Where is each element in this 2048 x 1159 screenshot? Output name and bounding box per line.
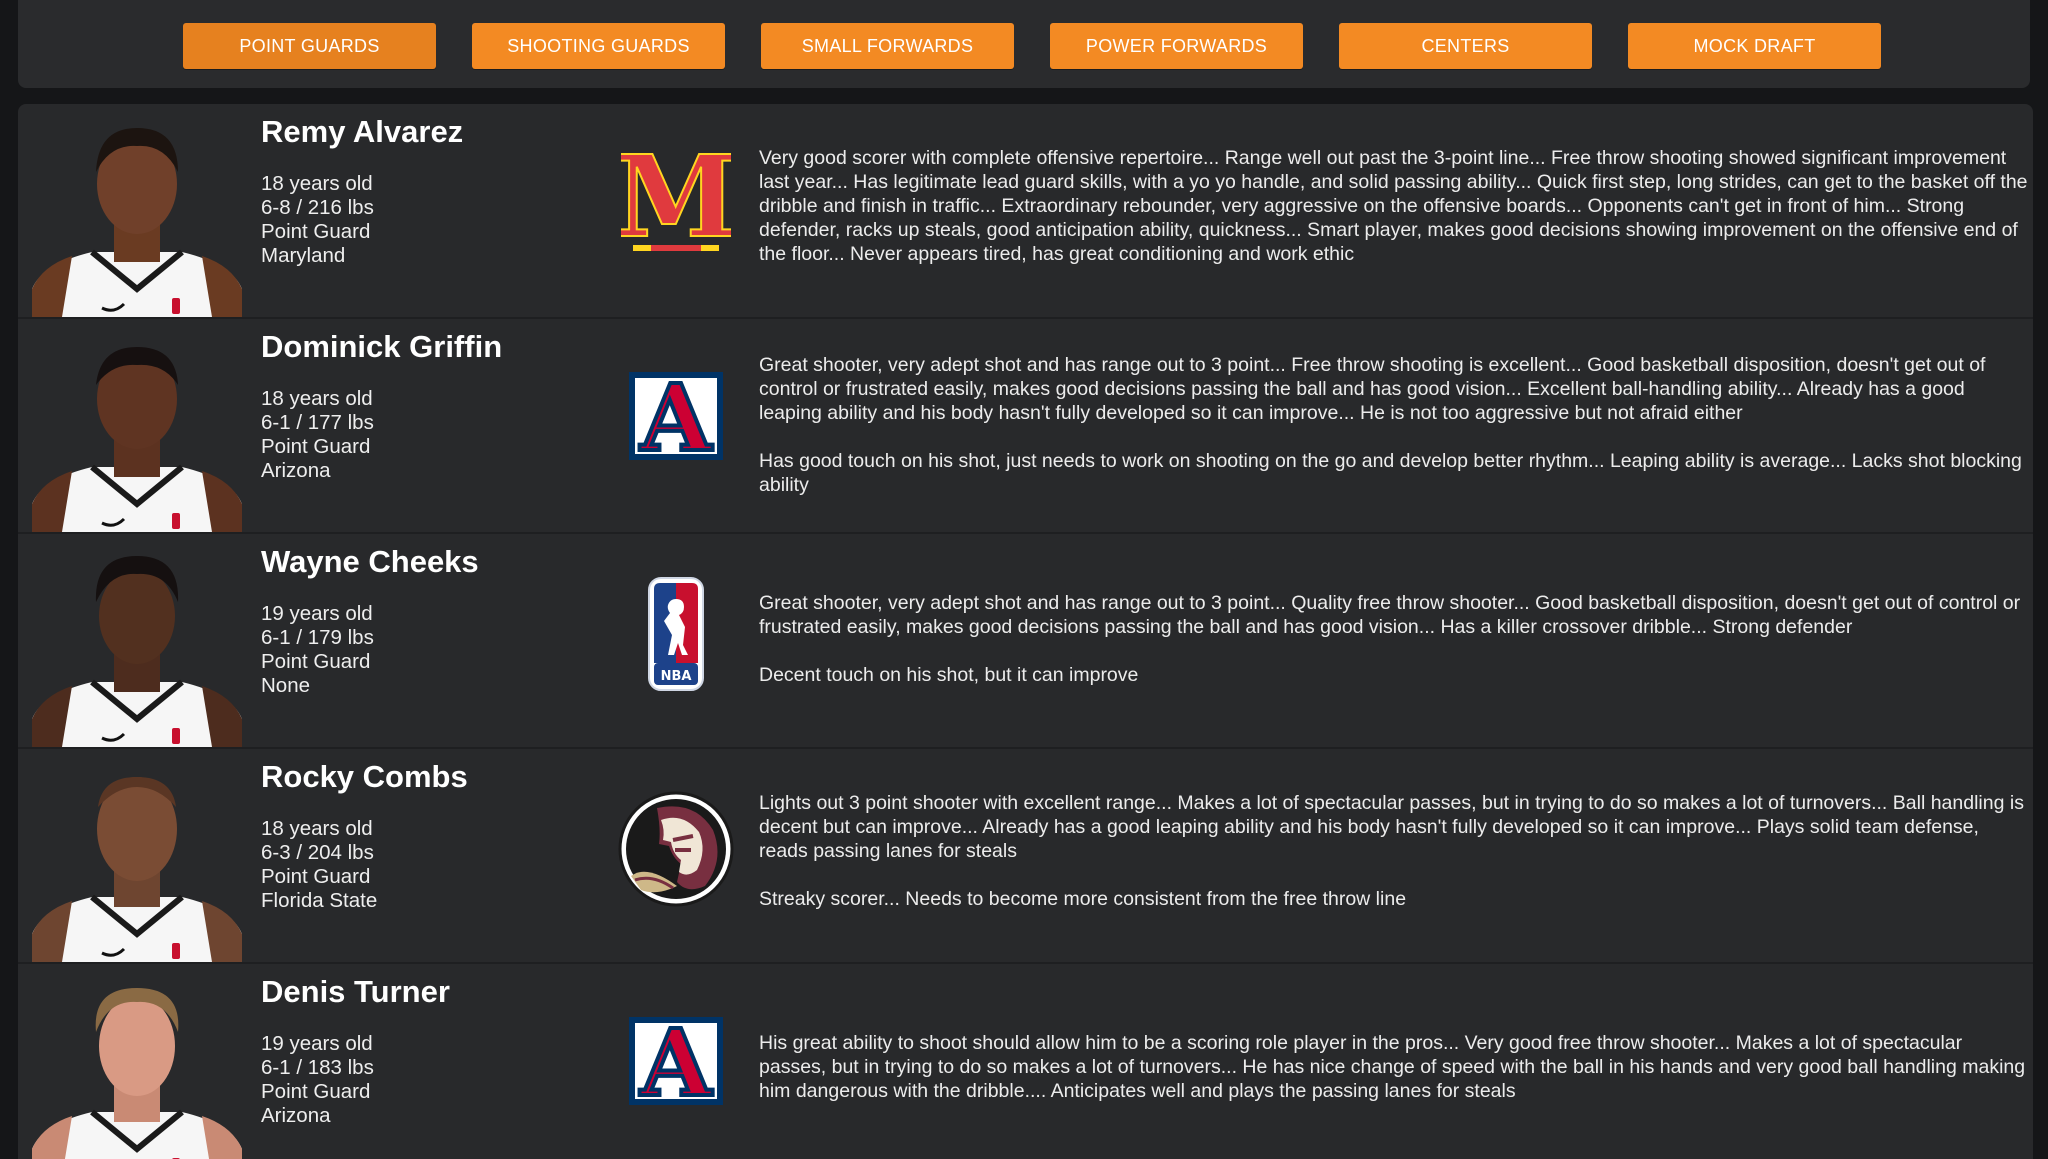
player-info: 18 years old 6-3 / 204 lbs Point Guard F… (261, 817, 377, 913)
scouting-report: Great shooter, very adept shot and has r… (759, 591, 2029, 687)
player-position: Point Guard (261, 650, 371, 673)
svg-text:A: A (639, 364, 713, 472)
player-row[interactable]: Denis Turner 19 years old 6-1 / 183 lbs … (18, 964, 2033, 1159)
position-tab-bar: POINT GUARDS SHOOTING GUARDS SMALL FORWA… (18, 0, 2030, 88)
arizona-logo: A (611, 999, 741, 1129)
player-portrait (32, 347, 242, 532)
tab-mock-draft[interactable]: MOCK DRAFT (1628, 23, 1881, 69)
player-age: 19 years old (261, 602, 373, 625)
player-position: Point Guard (261, 220, 371, 243)
player-info: 19 years old 6-1 / 179 lbs Point Guard N… (261, 602, 374, 698)
maryland-logo: M (611, 139, 741, 269)
player-row[interactable]: Remy Alvarez 18 years old 6-8 / 216 lbs … (18, 104, 2033, 319)
tab-centers[interactable]: CENTERS (1339, 23, 1592, 69)
app-frame: POINT GUARDS SHOOTING GUARDS SMALL FORWA… (0, 0, 2048, 1159)
tab-shooting-guards[interactable]: SHOOTING GUARDS (472, 23, 725, 69)
player-row[interactable]: Wayne Cheeks 19 years old 6-1 / 179 lbs … (18, 534, 2033, 749)
strengths-text: Great shooter, very adept shot and has r… (759, 354, 1986, 424)
tab-point-guards[interactable]: POINT GUARDS (183, 23, 436, 69)
player-age: 18 years old (261, 817, 373, 840)
player-row[interactable]: Dominick Griffin 18 years old 6-1 / 177 … (18, 319, 2033, 534)
player-portrait (32, 988, 242, 1159)
tab-small-forwards[interactable]: SMALL FORWARDS (761, 23, 1014, 69)
player-position: Point Guard (261, 435, 371, 458)
weaknesses-text: Decent touch on his shot, but it can imp… (759, 664, 1139, 686)
scouting-report: Very good scorer with complete offensive… (759, 146, 2029, 266)
player-height-weight: 6-1 / 179 lbs (261, 626, 374, 649)
player-portrait (32, 128, 242, 317)
arizona-logo: A (611, 354, 741, 484)
player-row[interactable]: Rocky Combs 18 years old 6-3 / 204 lbs P… (18, 749, 2033, 964)
scouting-report: Great shooter, very adept shot and has r… (759, 353, 2029, 497)
strengths-text: Lights out 3 point shooter with excellen… (759, 792, 2024, 862)
player-school: Arizona (261, 459, 331, 482)
strengths-text: Very good scorer with complete offensive… (759, 147, 2028, 265)
player-name[interactable]: Remy Alvarez (261, 114, 463, 150)
player-school: Florida State (261, 889, 378, 912)
player-height-weight: 6-8 / 216 lbs (261, 196, 374, 219)
player-name[interactable]: Dominick Griffin (261, 329, 502, 365)
player-position: Point Guard (261, 865, 371, 888)
player-school: Arizona (261, 1104, 331, 1127)
nba-logo: NBA (611, 569, 741, 699)
player-name[interactable]: Wayne Cheeks (261, 544, 479, 580)
player-age: 18 years old (261, 172, 373, 195)
player-info: 19 years old 6-1 / 183 lbs Point Guard A… (261, 1032, 374, 1128)
svg-text:A: A (639, 1009, 713, 1117)
player-info: 18 years old 6-8 / 216 lbs Point Guard M… (261, 172, 374, 268)
player-school: Maryland (261, 244, 346, 267)
player-info: 18 years old 6-1 / 177 lbs Point Guard A… (261, 387, 374, 483)
player-portrait (32, 556, 242, 747)
player-age: 19 years old (261, 1032, 373, 1055)
svg-text:NBA: NBA (661, 669, 692, 684)
tab-power-forwards[interactable]: POWER FORWARDS (1050, 23, 1303, 69)
florida-state-logo (611, 784, 741, 914)
weaknesses-text: Streaky scorer... Needs to become more c… (759, 888, 1407, 910)
scouting-report: Lights out 3 point shooter with excellen… (759, 791, 2029, 911)
weaknesses-text: Has good touch on his shot, just needs t… (759, 450, 2022, 496)
strengths-text: Great shooter, very adept shot and has r… (759, 592, 2021, 638)
player-name[interactable]: Denis Turner (261, 974, 450, 1010)
player-height-weight: 6-1 / 177 lbs (261, 411, 374, 434)
player-position: Point Guard (261, 1080, 371, 1103)
player-age: 18 years old (261, 387, 373, 410)
player-portrait (32, 777, 242, 962)
scouting-report: His great ability to shoot should allow … (759, 1031, 2029, 1103)
strengths-text: His great ability to shoot should allow … (759, 1032, 2026, 1102)
player-height-weight: 6-3 / 204 lbs (261, 841, 374, 864)
prospect-list: Remy Alvarez 18 years old 6-8 / 216 lbs … (18, 104, 2033, 1159)
player-school: None (261, 674, 311, 697)
player-height-weight: 6-1 / 183 lbs (261, 1056, 374, 1079)
player-name[interactable]: Rocky Combs (261, 759, 468, 795)
